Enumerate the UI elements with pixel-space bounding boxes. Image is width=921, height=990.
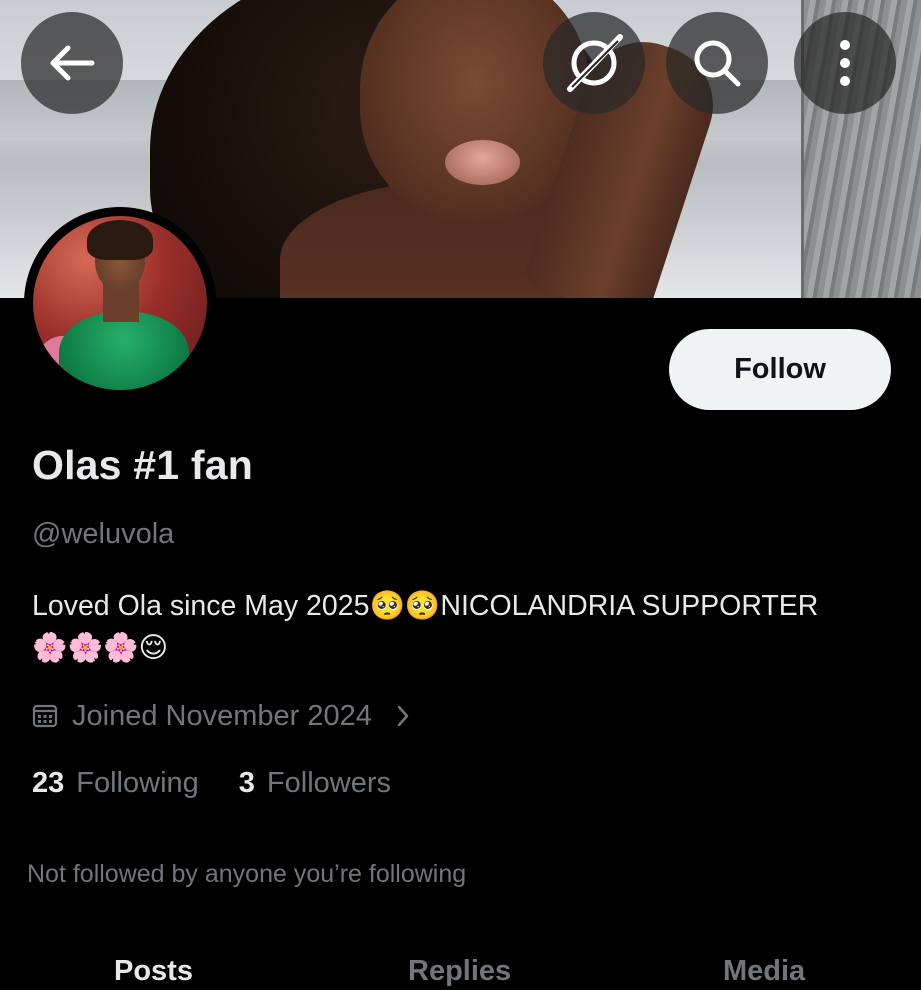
profile-tabs: Posts Replies Media [0, 955, 921, 990]
joined-date-row[interactable]: Joined November 2024 [32, 697, 412, 735]
display-name: Olas #1 fan [32, 442, 253, 488]
more-vertical-icon [840, 40, 850, 86]
bio-line-1: Loved Ola since May 2025🥺🥺NICOLANDRIA SU… [32, 590, 819, 622]
follow-button[interactable]: Follow [669, 329, 891, 410]
followers-link[interactable]: 3 Followers [239, 767, 391, 800]
bio-line-2: 🌸🌸🌸😌 [32, 631, 169, 664]
back-button[interactable] [21, 12, 123, 114]
grok-icon [567, 34, 623, 92]
user-handle: @weluvola [32, 518, 175, 550]
calendar-icon [32, 704, 58, 728]
grok-button[interactable] [543, 12, 645, 114]
profile-bio: Loved Ola since May 2025🥺🥺NICOLANDRIA SU… [32, 585, 892, 669]
joined-date-text: Joined November 2024 [72, 699, 372, 732]
follow-stats: 23 Following 3 Followers [32, 767, 391, 800]
followers-count: 3 [238, 767, 255, 799]
avatar-image [33, 216, 207, 390]
following-link[interactable]: 23 Following [32, 767, 199, 800]
profile-avatar[interactable] [24, 207, 216, 399]
search-button[interactable] [666, 12, 768, 114]
tab-replies[interactable]: Replies [408, 955, 511, 988]
following-label: Following [76, 767, 199, 799]
tab-posts[interactable]: Posts [114, 955, 193, 988]
following-count: 23 [32, 767, 65, 799]
arrow-left-icon [50, 45, 95, 81]
tab-media[interactable]: Media [723, 955, 805, 988]
search-icon [694, 40, 741, 87]
followed-by-context: Not followed by anyone you’re following [27, 860, 467, 888]
profile-page: Follow Olas #1 fan @weluvola Loved Ola s… [0, 0, 921, 990]
followers-label: Followers [266, 767, 391, 799]
chevron-right-icon [397, 705, 409, 727]
more-button[interactable] [794, 12, 896, 114]
